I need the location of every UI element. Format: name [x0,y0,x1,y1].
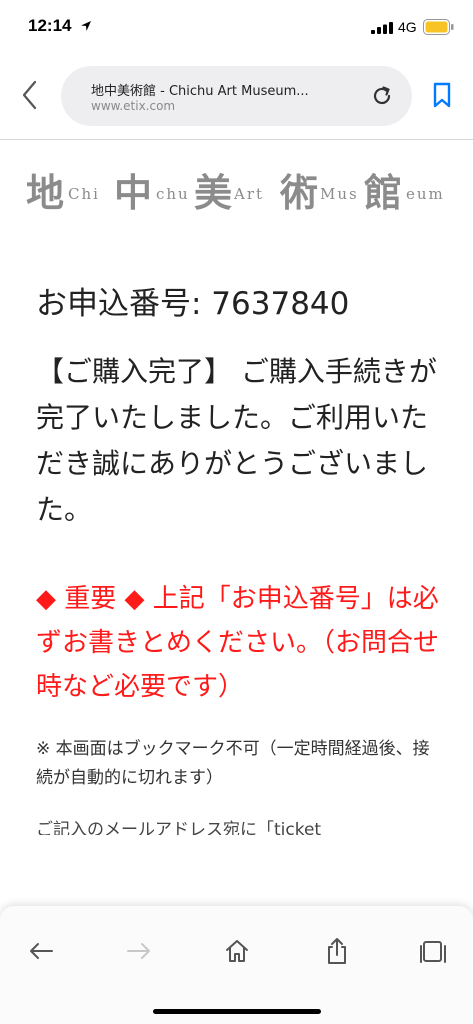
chevron-left-icon[interactable] [16,78,44,112]
network-type: 4G [398,19,417,35]
logo-latin-1: Chi [68,185,100,203]
logo-latin-2: chu [156,185,190,203]
logo-kanji-3: 美 [194,170,233,215]
logo-latin-4: Mus [320,185,359,203]
page-url: www.etix.com [91,99,176,113]
logo-kanji-5: 館 [364,170,403,215]
status-time: 12:14 [28,16,72,35]
browser-toolbar [0,906,473,1024]
completion-message: 【ご購入完了】 ご購入手続きが完了いたしました。ご利用いただき誠にありがとうござ… [36,355,437,526]
tabs-icon[interactable] [418,936,448,966]
home-icon[interactable] [222,936,252,966]
browser-address-bar: 地中美術館 - Chichu Art Museum... www.etix.co… [0,62,473,128]
header-divider [0,139,473,140]
logo-kanji-1: 地 [26,170,65,215]
location-arrow-icon [81,21,91,31]
reload-icon[interactable] [370,84,394,108]
important-notice: ◆ 重要 ◆ 上記「お申込番号」は必ずお書きとめください。（お問合せ時など必要で… [36,584,440,702]
forward-arrow-icon[interactable] [124,936,154,966]
url-field[interactable]: 地中美術館 - Chichu Art Museum... www.etix.co… [61,66,412,126]
partial-text-line: ご記入のメールアドレス宛に「ticket [36,820,322,835]
cellular-signal-icon [371,22,393,34]
logo-latin-3: Art [234,185,265,203]
status-bar: 12:14 4G [0,0,473,54]
logo-kanji-4: 術 [280,170,319,215]
home-indicator [153,1009,321,1014]
bookmark-note: ※ 本画面はブックマーク不可（一定時間経過後、接続が自動的に切れます） [36,739,430,788]
share-icon[interactable] [322,936,352,966]
order-number: お申込番号: 7637840 [36,286,350,322]
logo-latin-5: eum [406,185,445,203]
logo-kanji-2: 中 [114,170,153,215]
back-arrow-icon[interactable] [26,936,56,966]
confirmation-content: お申込番号: 7637840 【ご購入完了】 ご購入手続きが完了いたしました。ご… [36,285,446,835]
page-title: 地中美術館 - Chichu Art Museum... [91,84,309,99]
museum-logo: 地 Chi 中 chu 美 Art 術 Mus 館 eum [26,160,456,215]
bookmark-icon[interactable] [431,82,453,108]
battery-icon [423,19,454,35]
